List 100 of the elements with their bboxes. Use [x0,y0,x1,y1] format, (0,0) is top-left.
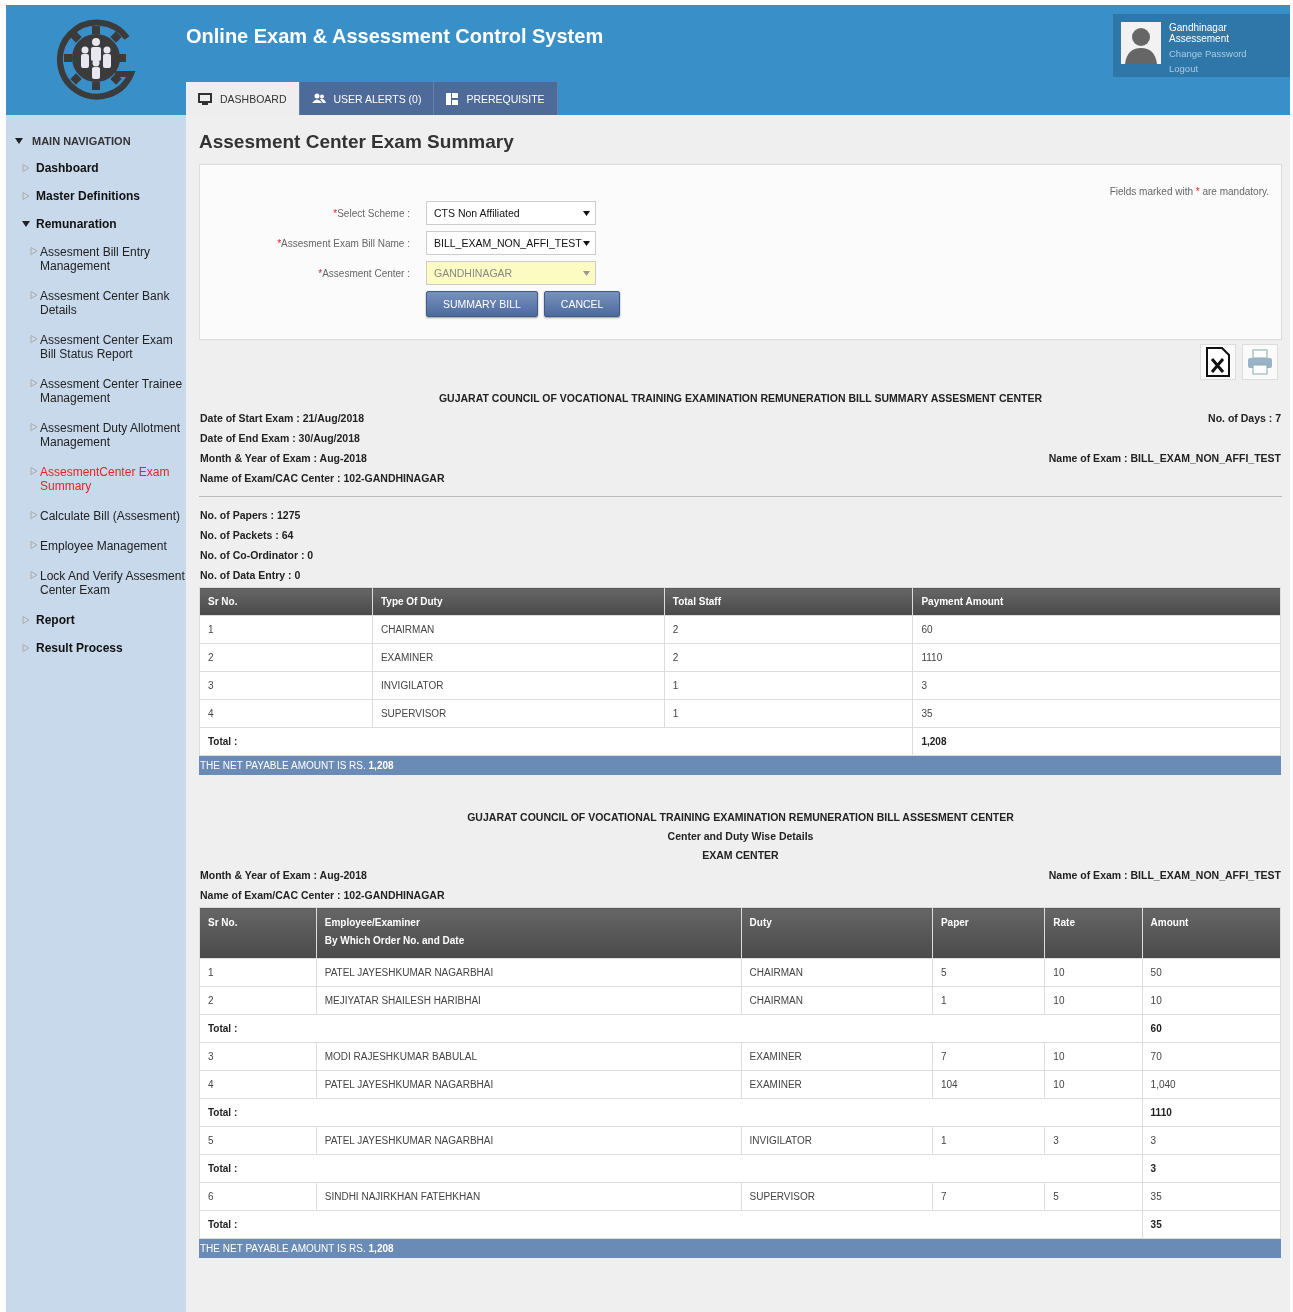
table-cell: SUPERVISOR [741,1182,933,1211]
sidebar-subitem[interactable]: Assesment Center Trainee Management [40,377,186,405]
users-icon [311,93,326,104]
table-cell: 1110 [912,643,1281,672]
table-cell: 5 [932,958,1045,987]
sidebar-subitem[interactable]: Assesment Duty Allotment Management [40,421,186,449]
table-cell: 1,040 [1142,1070,1281,1099]
report-title: GUJARAT COUNCIL OF VOCATIONAL TRAINING EXAMINATION REMUNERATION BILL SUMMARY ASSESMENT CENTER [437,392,1044,404]
select-field[interactable]: BILL_EXAM_NON_AFFI_TEST [426,231,596,255]
net-payable-bar: THE NET PAYABLE AMOUNT IS RS. 1,208 [199,756,1281,775]
mandatory-note: Fields marked with * are mandatory. [1109,186,1269,197]
table-cell: 60 [912,615,1281,644]
total-label: Total : [199,1210,1143,1239]
table-cell: 3 [912,671,1281,700]
excel-export-button[interactable] [1200,344,1236,380]
net-payable-bar: THE NET PAYABLE AMOUNT IS RS. 1,208 [199,1239,1281,1258]
table-cell: 2 [664,643,913,672]
sidebar-subitem[interactable]: Assesment Bill Entry Management [40,245,186,273]
report-detail: Date of Start Exam : 21/Aug/2018 [200,412,364,426]
report-detail: No. of Data Entry : 0 [200,569,301,583]
sidebar-item[interactable]: Remunaration [36,217,117,231]
table-cell: INVIGILATOR [372,671,665,700]
report-detail: No. of Papers : 1275 [200,509,301,523]
table-cell: 2 [664,615,913,644]
table-cell: 2 [199,986,317,1015]
table-cell: 35 [912,699,1281,728]
table-cell: 10 [1044,986,1143,1015]
table-cell: 50 [1142,958,1281,987]
select-field[interactable]: CTS Non Affiliated [426,201,596,225]
table-cell: MODI RAJESHKUMAR BABULAL [316,1042,742,1071]
table-cell: EXAMINER [741,1070,933,1099]
sidebar-subitem[interactable]: Employee Management [40,539,167,553]
table-cell: 4 [199,699,373,728]
monitor-icon [198,92,212,105]
field-label: *Assesment Exam Bill Name : [276,237,411,249]
table-cell: CHAIRMAN [741,958,933,987]
nav-heading: MAIN NAVIGATION [32,135,131,147]
table-cell: 10 [1044,1042,1143,1071]
column-header: Paper [932,907,1045,959]
table-cell: 1 [932,986,1045,1015]
caret-icon [30,541,38,549]
report-title: GUJARAT COUNCIL OF VOCATIONAL TRAINING EXAMINATION REMUNERATION BILL ASSESMENT CENTER [466,811,1015,823]
table-cell: 3 [1044,1126,1143,1155]
caret-icon [15,137,23,145]
sidebar-item[interactable]: Report [36,613,75,627]
table-cell: 7 [932,1042,1045,1071]
table-cell: EXAMINER [372,643,665,672]
user-name: Gandhinagar Assessement [1169,22,1231,44]
nav-tab[interactable]: PREREQUISITE [434,82,558,115]
sidebar-subitem[interactable]: Lock And Verify Assesment Center Exam [40,569,186,597]
caret-icon [22,220,30,228]
total-value: 3 [1142,1154,1281,1183]
sidebar-subitem[interactable]: Assesment Center Exam Bill Status Report [40,333,186,361]
table-cell: PATEL JAYESHKUMAR NAGARBHAI [316,1070,742,1099]
table-cell: SINDHI NAJIRKHAN FATEHKHAN [316,1182,742,1211]
table-cell: EXAMINER [741,1042,933,1071]
report-detail: No. of Co-Ordinator : 0 [200,549,314,563]
caret-icon [30,335,38,343]
column-header: Sr No. [199,587,373,616]
caret-icon [30,379,38,387]
app-title: Online Exam & Assessment Control System [186,25,604,48]
table-cell: 1 [199,615,373,644]
table-cell: 1 [199,958,317,987]
table-cell: CHAIRMAN [741,986,933,1015]
sidebar-item[interactable]: Master Definitions [36,189,140,203]
form-button[interactable]: CANCEL [543,291,621,317]
table-cell: CHAIRMAN [372,615,665,644]
nav-tab[interactable]: DASHBOARD [186,82,300,115]
table-cell: 1 [664,671,913,700]
field-label: *Assesment Center : [317,267,411,279]
sidebar-subitem[interactable]: Assesment Center Bank Details [40,289,186,317]
caret-icon [22,164,30,172]
report-detail: Name of Exam/CAC Center : 102-GANDHINAGAR [200,472,445,486]
table-cell: PATEL JAYESHKUMAR NAGARBHAI [316,1126,742,1155]
nav-tab[interactable]: USER ALERTS (0) [299,82,435,115]
report-detail: Name of Exam/CAC Center : 102-GANDHINAGAR [200,889,445,903]
caret-icon [30,291,38,299]
report-detail: No. of Days : 7 [1208,412,1281,426]
table-cell: 4 [199,1070,317,1099]
caret-icon [22,644,30,652]
column-header: Amount [1142,907,1281,959]
sidebar-item[interactable]: Result Process [36,641,123,655]
table-cell: 104 [932,1070,1045,1099]
caret-icon [30,571,38,579]
table-cell: 3 [199,1042,317,1071]
sidebar-subitem[interactable]: Calculate Bill (Assesment) [40,509,181,523]
form-button[interactable]: SUMMARY BILL [426,291,538,317]
total-label: Total : [199,1154,1143,1183]
table-cell: 3 [199,671,373,700]
total-label: Total : [199,1014,1143,1043]
sidebar-item[interactable]: Dashboard [36,161,99,175]
caret-icon [22,616,30,624]
printer-icon [1247,349,1273,375]
table-cell: 70 [1142,1042,1281,1071]
layout-icon [446,92,459,105]
caret-icon [30,247,38,255]
table-cell: 10 [1142,986,1281,1015]
table-cell: MEJIYATAR SHAILESH HARIBHAI [316,986,742,1015]
column-header: Rate [1044,907,1143,959]
column-header: Total Staff [664,587,913,616]
